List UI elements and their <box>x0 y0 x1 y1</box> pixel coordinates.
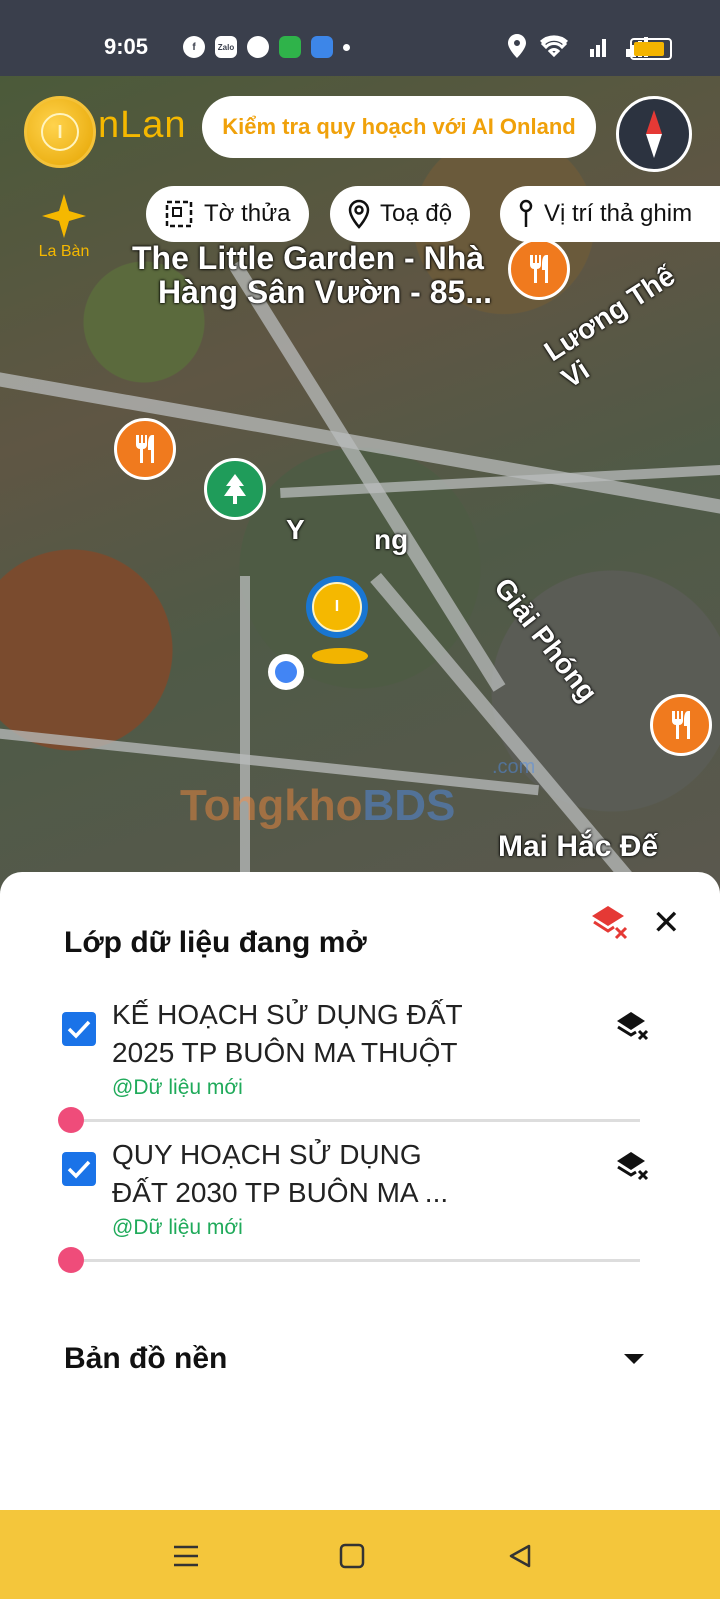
home-nav-button[interactable] <box>336 1540 368 1572</box>
opacity-slider[interactable] <box>58 1107 640 1133</box>
remove-layers-icon <box>592 906 628 940</box>
chip-to-thua[interactable]: Tờ thửa <box>146 186 309 242</box>
map-label-garden: Hàng Sân Vườn - 85... <box>158 274 492 310</box>
road <box>228 260 506 692</box>
close-panel-button[interactable]: ✕ <box>652 906 681 940</box>
layer-item: KẾ HOẠCH SỬ DỤNG ĐẤT 2025 TP BUÔN MA THU… <box>0 996 720 1136</box>
la-ban-label: La Bàn <box>38 243 90 260</box>
check-icon <box>67 1020 91 1039</box>
back-triangle-icon <box>509 1544 531 1568</box>
menu-nav-button[interactable] <box>170 1540 202 1572</box>
back-nav-button[interactable] <box>504 1540 536 1572</box>
zalo-icon: Zalo <box>215 36 237 58</box>
more-notifications-icon <box>343 43 350 51</box>
app-blue-icon <box>311 36 333 58</box>
layer-checkbox[interactable] <box>62 1012 96 1046</box>
layer-name: QUY HOẠCH SỬ DỤNG ĐẤT 2030 TP BUÔN MA ..… <box>112 1139 449 1208</box>
app-logo-icon: I <box>24 96 96 168</box>
app-icon <box>247 36 269 58</box>
restaurant-poi-icon[interactable] <box>508 238 570 300</box>
chip-label: Vị trí thả ghim <box>544 200 693 227</box>
chip-label: Tờ thửa <box>204 200 291 227</box>
chevron-down-icon[interactable] <box>624 1354 644 1364</box>
restaurant-poi-icon[interactable] <box>114 418 176 480</box>
volte-signal-icon <box>590 39 606 57</box>
compass-button[interactable] <box>616 96 692 172</box>
notification-icons: f Zalo <box>183 36 350 58</box>
wifi-icon <box>540 35 568 57</box>
layer-panel: Lớp dữ liệu đang mở ✕ KẾ HOẠCH SỬ DỤNG Đ… <box>0 872 720 1512</box>
restaurant-poi-icon[interactable] <box>650 694 712 756</box>
road <box>240 576 250 896</box>
opacity-slider[interactable] <box>58 1247 640 1273</box>
check-icon <box>67 1160 91 1179</box>
layer-subtitle: @Dữ liệu mới <box>112 1216 243 1239</box>
layer-checkbox[interactable] <box>62 1152 96 1186</box>
pushpin-icon <box>519 199 533 227</box>
map-label-garden: The Little Garden - Nhà <box>132 240 485 276</box>
watermark: TongkhoBDS <box>180 781 456 830</box>
base-map-title[interactable]: Bản đồ nền <box>64 1342 227 1376</box>
slider-thumb[interactable] <box>58 1107 84 1133</box>
marker-base <box>312 648 368 664</box>
clear-layers-button[interactable] <box>590 902 630 947</box>
status-bar: 9:05 f Zalo <box>0 0 720 76</box>
selected-location-marker-icon[interactable]: I <box>306 576 368 638</box>
home-square-icon <box>339 1543 365 1569</box>
layer-remove-icon <box>617 1152 649 1181</box>
parcel-icon <box>165 200 193 228</box>
facebook-icon: f <box>183 36 205 58</box>
map-label-street: Y <box>286 514 305 545</box>
remove-layer-button[interactable] <box>616 1150 650 1189</box>
watermark-com: .com <box>492 756 536 778</box>
layer-item: QUY HOẠCH SỬ DỤNG ĐẤT 2030 TP BUÔN MA ..… <box>0 1136 720 1276</box>
layer-name: KẾ HOẠCH SỬ DỤNG ĐẤT 2025 TP BUÔN MA THU… <box>112 999 463 1068</box>
compass-star-icon <box>42 194 86 238</box>
panel-title: Lớp dữ liệu đang mở <box>64 926 367 959</box>
menu-icon <box>174 1545 198 1567</box>
slider-thumb[interactable] <box>58 1247 84 1273</box>
road <box>0 366 720 520</box>
compass-needle-icon <box>646 110 662 158</box>
chip-toa-do[interactable]: Toạ độ <box>330 186 471 242</box>
system-nav-bar <box>0 1510 720 1599</box>
app-logo-text: nLan <box>98 104 187 146</box>
park-poi-icon[interactable] <box>204 458 266 520</box>
location-icon <box>508 34 526 58</box>
map-label-street: Giải Phóng <box>488 572 604 708</box>
chip-vi-tri-tha-ghim[interactable]: Vị trí thả ghim <box>500 186 720 242</box>
ai-check-button[interactable]: Kiểm tra quy hoạch với AI Onland <box>202 96 596 158</box>
la-ban-button[interactable]: La Bàn <box>34 194 94 261</box>
map-label-street: ng <box>374 524 409 555</box>
status-time: 9:05 <box>104 34 149 59</box>
map-label-street: Mai Hắc Đế <box>498 830 659 863</box>
my-location-icon[interactable] <box>268 654 304 690</box>
location-pin-icon <box>348 199 370 229</box>
layer-subtitle: @Dữ liệu mới <box>112 1076 243 1099</box>
battery-icon <box>630 38 672 60</box>
remove-layer-button[interactable] <box>616 1010 650 1049</box>
layer-remove-icon <box>617 1012 649 1041</box>
chip-label: Toạ độ <box>380 200 453 227</box>
shield-app-icon <box>279 36 301 58</box>
